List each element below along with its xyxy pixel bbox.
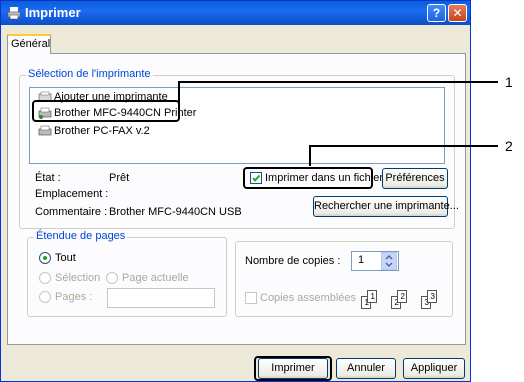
callout-2: 2 (505, 138, 513, 154)
callout-lines (178, 81, 498, 166)
callout-1: 1 (505, 74, 513, 90)
